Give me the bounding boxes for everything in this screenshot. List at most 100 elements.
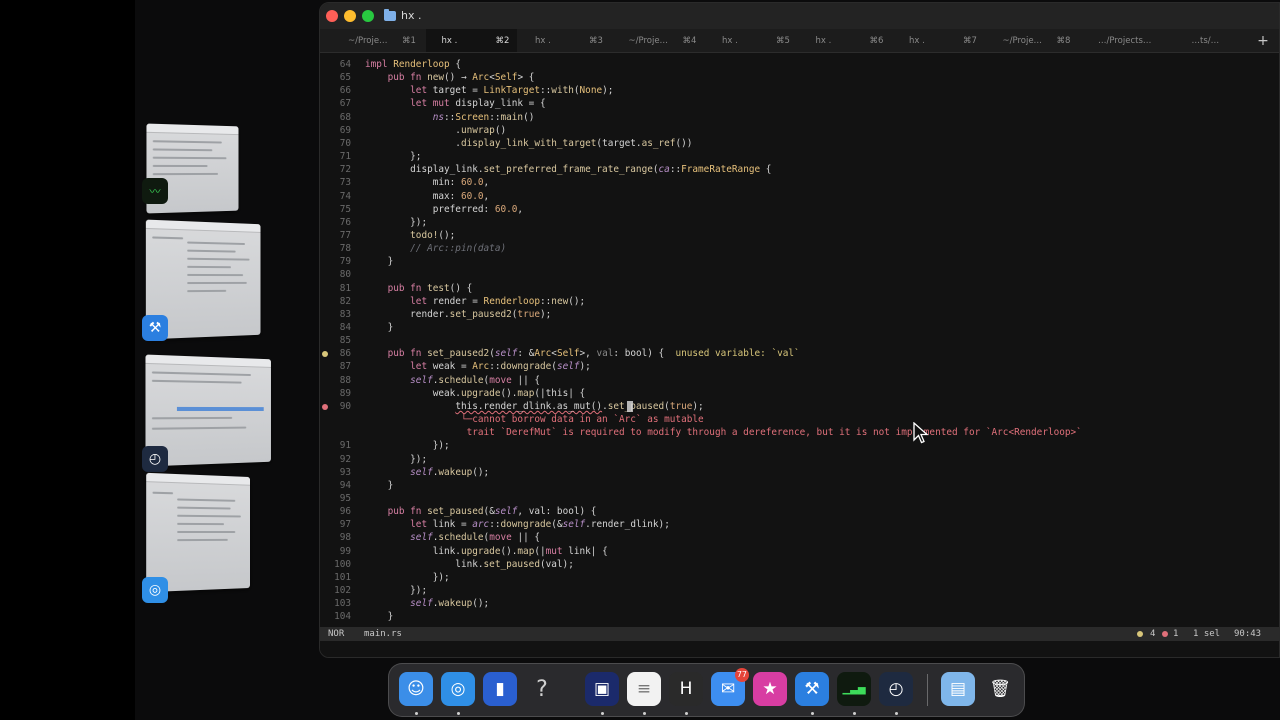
- code-text: }: [365, 479, 393, 492]
- text-cursor: [627, 401, 633, 412]
- instruments-icon[interactable]: ◴: [142, 446, 168, 472]
- tab-5[interactable]: hx . ⌘5: [706, 29, 798, 52]
- activity-monitor-icon[interactable]: 〰: [142, 178, 168, 204]
- code-line[interactable]: 93 self.wakeup();: [320, 466, 1279, 479]
- code-line[interactable]: 102 });: [320, 584, 1279, 597]
- code-line[interactable]: 104 }: [320, 610, 1279, 623]
- code-line[interactable]: 68 ns::Screen::main(): [320, 111, 1279, 124]
- code-line[interactable]: 71 };: [320, 150, 1279, 163]
- code-line[interactable]: └─cannot borrow data in an `Arc` as muta…: [320, 413, 1279, 426]
- tab-2[interactable]: hx . ⌘2: [426, 29, 518, 52]
- code-editor[interactable]: 64 impl Renderloop {65 pub fn new() → Arc…: [320, 53, 1279, 627]
- code-text: todo!();: [365, 229, 455, 242]
- tab-label: hx .: [722, 36, 738, 46]
- tab-7[interactable]: hx . ⌘7: [893, 29, 985, 52]
- code-line[interactable]: 83 render.set_paused2(true);: [320, 308, 1279, 321]
- code-token: [365, 296, 410, 307]
- window-content-line: [187, 274, 243, 276]
- code-line[interactable]: 98 self.schedule(move || {: [320, 531, 1279, 544]
- code-text: link.set_paused(val);: [365, 558, 574, 571]
- code-text: self.wakeup();: [365, 597, 489, 610]
- finder-icon[interactable]: ☺: [399, 672, 433, 706]
- tab-1[interactable]: ~/Proje… ⌘1: [332, 29, 424, 52]
- code-line[interactable]: 70 .display_link_with_target(target.as_r…: [320, 137, 1279, 150]
- line-number: 71: [320, 150, 351, 163]
- tab-6[interactable]: hx . ⌘6: [800, 29, 892, 52]
- code-token: unused variable: `val`: [676, 348, 800, 359]
- code-line[interactable]: 65 pub fn new() → Arc<Self> {: [320, 71, 1279, 84]
- terminal-icon[interactable]: ▣: [585, 672, 619, 706]
- code-line[interactable]: 77 todo!();: [320, 229, 1279, 242]
- code-line[interactable]: 100 link.set_paused(val);: [320, 558, 1279, 571]
- code-line[interactable]: 90 this.render_dlink.as_mut().set_paused…: [320, 400, 1279, 413]
- code-token: ();: [438, 230, 455, 241]
- code-line[interactable]: 67 let mut display_link = {: [320, 97, 1279, 110]
- code-line[interactable]: 74 max: 60.0,: [320, 190, 1279, 203]
- code-line[interactable]: 64 impl Renderloop {: [320, 58, 1279, 71]
- tab-label: ~/Proje…: [1003, 36, 1043, 46]
- code-line[interactable]: 75 preferred: 60.0,: [320, 203, 1279, 216]
- code-line[interactable]: 86 pub fn set_paused2(self: &Arc<Self>, …: [320, 347, 1279, 360]
- line-number: 92: [320, 453, 351, 466]
- code-line[interactable]: 76 });: [320, 216, 1279, 229]
- code-line[interactable]: 92 });: [320, 453, 1279, 466]
- tab-8[interactable]: ~/Proje… ⌘8: [987, 29, 1079, 52]
- trash-icon[interactable]: 🗑: [983, 672, 1017, 706]
- notes-icon[interactable]: ≡: [627, 672, 661, 706]
- code-line[interactable]: 91 });: [320, 439, 1279, 452]
- close-button[interactable]: [326, 10, 338, 22]
- code-line[interactable]: 80: [320, 268, 1279, 281]
- xcode-icon[interactable]: ⚒: [142, 315, 168, 341]
- new-tab-button[interactable]: +: [1255, 33, 1271, 49]
- code-line[interactable]: trait `DerefMut` is required to modify t…: [320, 426, 1279, 439]
- instruments-icon[interactable]: ◴: [879, 672, 913, 706]
- code-line[interactable]: 95: [320, 492, 1279, 505]
- code-line[interactable]: 72 display_link.set_preferred_frame_rate…: [320, 163, 1279, 176]
- window-content-line: [152, 236, 183, 239]
- code-line[interactable]: 94 }: [320, 479, 1279, 492]
- tab-3[interactable]: hx . ⌘3: [519, 29, 611, 52]
- code-line[interactable]: 69 .unwrap(): [320, 124, 1279, 137]
- code-line[interactable]: 78 // Arc::pin(data): [320, 242, 1279, 255]
- tab-10[interactable]: …ts/…: [1174, 29, 1266, 52]
- stage-window-safari[interactable]: [146, 473, 250, 592]
- mail-icon[interactable]: ✉ 77: [711, 672, 745, 706]
- code-line[interactable]: 88 self.schedule(move || {: [320, 374, 1279, 387]
- code-token: let: [410, 85, 433, 96]
- tab-9[interactable]: …/Projects…: [1080, 29, 1172, 52]
- safari-icon[interactable]: ◎: [441, 672, 475, 706]
- code-text: link.upgrade().map(|mut link| {: [365, 545, 608, 558]
- code-line[interactable]: 73 min: 60.0,: [320, 176, 1279, 189]
- code-line[interactable]: 96 pub fn set_paused(&self, val: bool) {: [320, 505, 1279, 518]
- xcode-icon[interactable]: ⚒: [795, 672, 829, 706]
- app-icon[interactable]: ▮: [483, 672, 517, 706]
- code-token: None: [580, 85, 603, 96]
- helix-icon[interactable]: H: [669, 672, 703, 706]
- code-token: () {: [450, 283, 473, 294]
- code-text: pub fn test() {: [365, 282, 472, 295]
- code-line[interactable]: 103 self.wakeup();: [320, 597, 1279, 610]
- code-line[interactable]: 87 let weak = Arc::downgrade(self);: [320, 360, 1279, 373]
- minimize-button[interactable]: [344, 10, 356, 22]
- code-line[interactable]: 82 let render = Renderloop::new();: [320, 295, 1279, 308]
- zoom-button[interactable]: [362, 10, 374, 22]
- code-line[interactable]: 84 }: [320, 321, 1279, 334]
- code-token: : bool) {: [613, 348, 675, 359]
- code-line[interactable]: 97 let link = arc::downgrade(&self.rende…: [320, 518, 1279, 531]
- code-line[interactable]: 99 link.upgrade().map(|mut link| {: [320, 545, 1279, 558]
- safari-icon[interactable]: ◎: [142, 577, 168, 603]
- tab-4[interactable]: ~/Proje… ⌘4: [613, 29, 705, 52]
- star-icon[interactable]: ★: [753, 672, 787, 706]
- code-line[interactable]: 66 let target = LinkTarget::with(None);: [320, 84, 1279, 97]
- code-text: });: [365, 571, 450, 584]
- downloads-folder-icon[interactable]: ▤: [941, 672, 975, 706]
- help-icon[interactable]: ?: [525, 672, 559, 706]
- code-line[interactable]: 89 weak.upgrade().map(|this| {: [320, 387, 1279, 400]
- code-token: ca: [659, 164, 670, 175]
- code-line[interactable]: 79 }: [320, 255, 1279, 268]
- code-line[interactable]: 81 pub fn test() {: [320, 282, 1279, 295]
- code-line[interactable]: 85: [320, 334, 1279, 347]
- code-line[interactable]: 101 });: [320, 571, 1279, 584]
- running-indicator: [457, 712, 460, 715]
- activity-monitor-icon[interactable]: ▁▃▅: [837, 672, 871, 706]
